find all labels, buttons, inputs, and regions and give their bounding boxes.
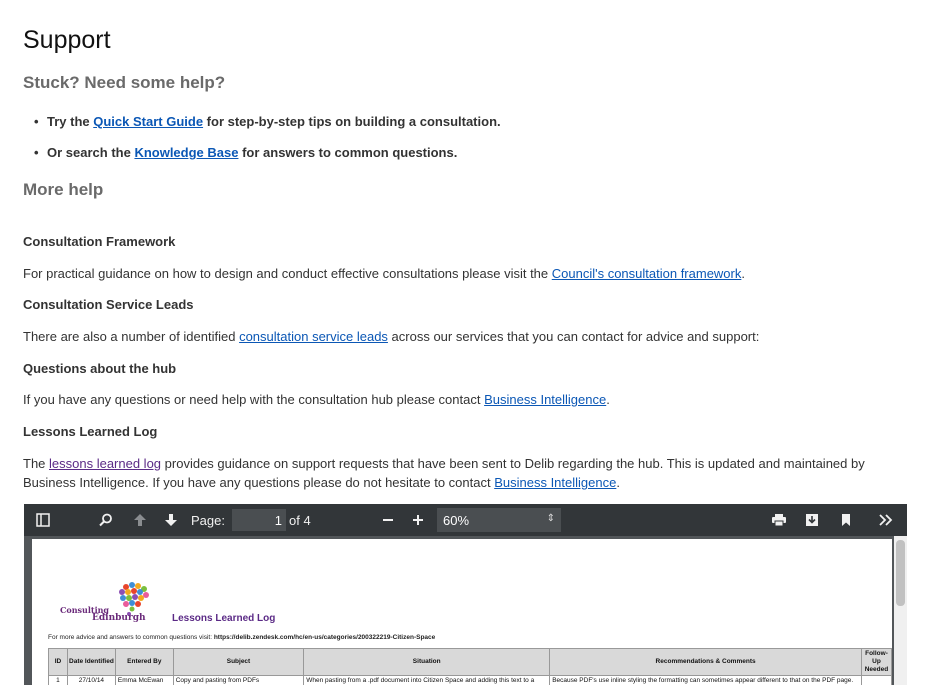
service-leads-text: There are also a number of identified co… <box>23 329 760 344</box>
page-count: of 4 <box>289 513 311 528</box>
pdf-page: Consulting Edinburgh Lessons Learned Log… <box>32 539 893 685</box>
column-header: Date Identified <box>66 648 116 676</box>
pdf-scrollbar[interactable] <box>894 536 907 685</box>
hub-questions-heading: Questions about the hub <box>23 361 177 376</box>
consultation-framework-heading: Consultation Framework <box>23 234 176 249</box>
help-list: Try the Quick Start Guide for step-by-st… <box>34 113 501 175</box>
lessons-learned-text: The lessons learned log provides guidanc… <box>23 456 865 490</box>
table-cell <box>860 675 893 685</box>
download-icon[interactable] <box>801 504 823 536</box>
zoom-out-icon[interactable] <box>377 504 399 536</box>
previous-page-icon[interactable] <box>128 504 152 536</box>
pdf-viewer: Page: of 4 60% ⇕ <box>24 504 907 685</box>
table-row: 1 27/10/14 Emma McEwan Copy and pasting … <box>48 675 893 685</box>
bookmark-icon[interactable] <box>835 504 857 536</box>
sidebar-toggle-icon[interactable] <box>32 504 54 536</box>
page-label: Page: <box>191 513 225 528</box>
business-intelligence-link[interactable]: Business Intelligence <box>484 392 606 407</box>
help-subtitle: Stuck? Need some help? <box>23 73 226 92</box>
search-icon[interactable] <box>95 504 117 536</box>
consultation-framework-link[interactable]: Council's consultation framework <box>552 266 742 281</box>
zoom-in-icon[interactable] <box>407 504 429 536</box>
pdf-toolbar: Page: of 4 60% ⇕ <box>24 504 907 536</box>
consultation-framework-text: For practical guidance on how to design … <box>23 266 745 281</box>
table-cell: Because PDF's use inline styling the for… <box>549 675 862 685</box>
column-header: Follow-Up Needed <box>860 648 893 676</box>
table-cell: Copy and pasting from PDFs <box>172 675 305 685</box>
column-header: Recommendations & Comments <box>549 648 862 676</box>
column-header: ID <box>48 648 68 676</box>
quick-start-guide-link[interactable]: Quick Start Guide <box>93 114 203 129</box>
business-intelligence-contact-link[interactable]: Business Intelligence <box>494 475 616 490</box>
hub-questions-text: If you have any questions or need help w… <box>23 392 610 407</box>
document-advice: For more advice and answers to common qu… <box>48 634 436 641</box>
next-page-icon[interactable] <box>159 504 183 536</box>
page-number-input[interactable] <box>232 509 286 531</box>
page-title: Support <box>23 26 111 54</box>
column-header: Subject <box>172 648 305 676</box>
lessons-log-table: ID Date Identified Entered By Subject Si… <box>48 648 893 685</box>
service-leads-heading: Consultation Service Leads <box>23 297 194 312</box>
knowledge-base-link[interactable]: Knowledge Base <box>134 145 238 160</box>
service-leads-link[interactable]: consultation service leads <box>239 329 388 344</box>
table-cell: 1 <box>48 675 68 685</box>
lessons-learned-log-link[interactable]: lessons learned log <box>49 456 161 471</box>
logo-text: Edinburgh <box>92 613 146 623</box>
zoom-value: 60% <box>443 512 470 528</box>
advice-url: https://delib.zendesk.com/hc/en-us/categ… <box>213 634 436 641</box>
select-arrows-icon: ⇕ <box>546 513 555 524</box>
zoom-select[interactable]: 60% ⇕ <box>437 508 561 532</box>
column-header: Entered By <box>114 648 174 676</box>
table-cell: 27/10/14 <box>66 675 116 685</box>
more-tools-icon[interactable] <box>874 504 898 536</box>
document-title: Lessons Learned Log <box>172 613 276 624</box>
table-cell: Emma McEwan <box>114 675 174 685</box>
list-item: Or search the Knowledge Base for answers… <box>34 144 501 175</box>
list-item: Try the Quick Start Guide for step-by-st… <box>34 113 501 144</box>
table-header-row: ID Date Identified Entered By Subject Si… <box>48 648 893 676</box>
more-help-heading: More help <box>23 180 104 199</box>
column-header: Situation <box>303 648 551 676</box>
scrollbar-thumb[interactable] <box>896 540 905 606</box>
table-cell: When pasting from a .pdf document into C… <box>303 675 551 685</box>
print-icon[interactable] <box>767 504 791 536</box>
lessons-learned-heading: Lessons Learned Log <box>23 424 158 439</box>
